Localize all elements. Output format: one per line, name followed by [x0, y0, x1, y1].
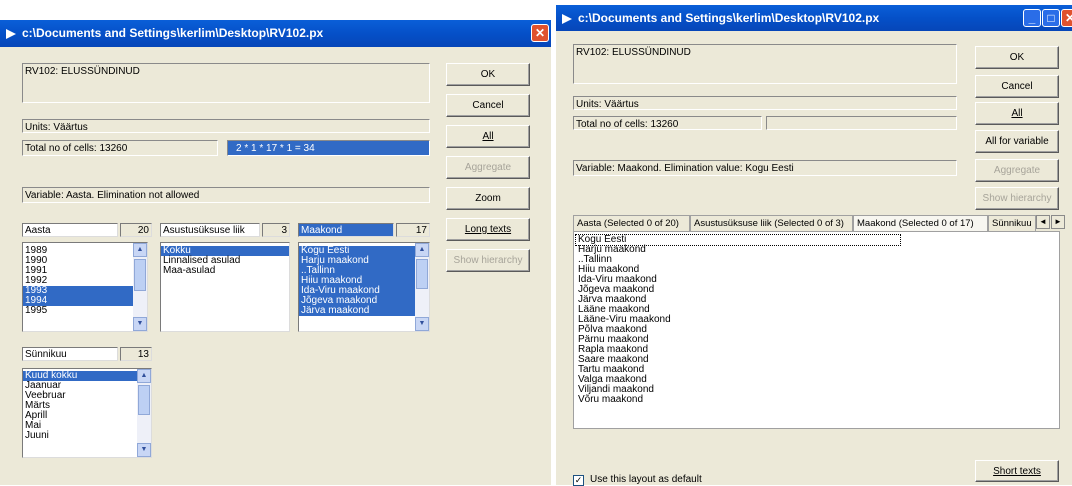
tab-asustus[interactable]: Asustusüksuse liik (Selected 0 of 3): [690, 215, 853, 231]
app-arrow-icon: [6, 29, 16, 39]
minimize-icon[interactable]: _: [1023, 9, 1041, 27]
aggregate-button[interactable]: Aggregate: [446, 156, 530, 179]
scroll-thumb[interactable]: [138, 385, 150, 415]
right-dialog: c:\Documents and Settings\kerlim\Desktop…: [556, 5, 1072, 486]
total-cells-field: Total no of cells: 13260: [22, 140, 218, 156]
default-layout-checkbox[interactable]: ✓: [573, 475, 584, 486]
scroll-down-icon[interactable]: ▼: [133, 317, 147, 331]
maakond-name: Maakond: [298, 223, 394, 237]
synnikuu-scrollbar[interactable]: ▲ ▼: [137, 369, 151, 457]
table-name-field: RV102: ELUSSÜNDINUD: [573, 44, 957, 84]
list-item[interactable]: Aprill: [23, 411, 151, 421]
ok-button[interactable]: OK: [975, 46, 1059, 69]
maximize-icon[interactable]: □: [1042, 9, 1060, 27]
synnikuu-header[interactable]: Sünnikuu 13: [22, 347, 152, 361]
asustus-name: Asustusüksuse liik: [160, 223, 260, 237]
units-field: Units: Väärtus: [573, 96, 957, 110]
left-titlebar[interactable]: c:\Documents and Settings\kerlim\Desktop…: [0, 20, 551, 47]
list-item[interactable]: Juuni: [23, 431, 151, 441]
synnikuu-name: Sünnikuu: [22, 347, 118, 361]
aggregate-button[interactable]: Aggregate: [975, 159, 1059, 182]
right-window-title: c:\Documents and Settings\kerlim\Desktop…: [578, 11, 880, 25]
ok-button[interactable]: OK: [446, 63, 530, 86]
scroll-down-icon[interactable]: ▼: [137, 443, 151, 457]
zoom-button[interactable]: Zoom: [446, 187, 530, 210]
tab-aasta[interactable]: Aasta (Selected 0 of 20): [573, 215, 690, 231]
left-window-title: c:\Documents and Settings\kerlim\Desktop…: [22, 26, 324, 40]
list-item[interactable]: Harju maakond: [576, 245, 1059, 255]
scroll-down-icon[interactable]: ▼: [415, 317, 429, 331]
aasta-header[interactable]: Aasta 20: [22, 223, 152, 237]
variable-info-field: Variable: Maakond. Elimination value: Ko…: [573, 160, 957, 176]
synnikuu-listbox[interactable]: Kuud kokku Jaanuar Veebruar Märts Aprill Mai J…: [22, 368, 152, 458]
scroll-thumb[interactable]: [134, 259, 146, 291]
show-hierarchy-button[interactable]: Show hierarchy: [446, 249, 530, 272]
all-button[interactable]: All: [446, 125, 530, 148]
synnikuu-count: 13: [120, 347, 152, 361]
cancel-button[interactable]: Cancel: [975, 75, 1059, 98]
tab-synnikuu[interactable]: Sünnikuu: [988, 215, 1036, 231]
aasta-scrollbar[interactable]: ▲ ▼: [133, 243, 147, 331]
list-item[interactable]: Maa-asulad: [161, 266, 289, 276]
asustus-listbox[interactable]: Kokku Linnalised asulad Maa-asulad: [160, 242, 290, 332]
table-name-field: RV102: ELUSSÜNDINUD: [22, 63, 430, 103]
list-item[interactable]: Pärnu maakond: [576, 335, 1059, 345]
variable-tabs: Aasta (Selected 0 of 20) Asustusüksuse l…: [573, 215, 1065, 231]
all-button[interactable]: All: [975, 102, 1059, 125]
app-arrow-icon: [562, 14, 572, 24]
aasta-name: Aasta: [22, 223, 118, 237]
variable-info-field: Variable: Aasta. Elimination not allowed: [22, 187, 430, 203]
default-layout-label: Use this layout as default: [590, 474, 702, 485]
left-dialog: c:\Documents and Settings\kerlim\Desktop…: [0, 20, 551, 485]
list-item[interactable]: 1995: [23, 306, 147, 316]
maakond-list[interactable]: Kogu Eesti Harju maakond ..Tallinn Hiiu maa…: [573, 231, 1060, 429]
list-item[interactable]: ..Tallinn: [576, 255, 1059, 265]
asustus-header[interactable]: Asustusüksuse liik 3: [160, 223, 290, 237]
list-item[interactable]: Saare maakond: [576, 355, 1059, 365]
all-for-variable-button[interactable]: All for variable: [975, 130, 1059, 153]
list-item[interactable]: Järva maakond: [299, 306, 429, 316]
aasta-count: 20: [120, 223, 152, 237]
scroll-thumb[interactable]: [416, 259, 428, 289]
asustus-count: 3: [262, 223, 290, 237]
close-icon[interactable]: ✕: [531, 24, 549, 42]
maakond-scrollbar[interactable]: ▲ ▼: [415, 243, 429, 331]
list-item[interactable]: Tartu maakond: [576, 365, 1059, 375]
cell-formula-field: [766, 116, 957, 130]
tab-scroll-right-icon[interactable]: ►: [1051, 215, 1065, 229]
tab-scroll-left-icon[interactable]: ◄: [1036, 215, 1050, 229]
close-icon[interactable]: ✕: [1061, 9, 1072, 27]
cell-formula-field: 2 * 1 * 17 * 1 = 34: [227, 140, 430, 156]
maakond-count: 17: [396, 223, 430, 237]
list-item[interactable]: Viljandi maakond: [576, 385, 1059, 395]
tab-maakond[interactable]: Maakond (Selected 0 of 17): [853, 215, 988, 231]
aasta-listbox[interactable]: 1989 1990 1991 1992 1993 1994 1995 ▲ ▼: [22, 242, 148, 332]
short-texts-button[interactable]: Short texts: [975, 460, 1059, 482]
cancel-button[interactable]: Cancel: [446, 94, 530, 117]
list-item[interactable]: Lääne-Viru maakond: [576, 315, 1059, 325]
scroll-up-icon[interactable]: ▲: [133, 243, 147, 257]
list-item[interactable]: Võru maakond: [576, 395, 1059, 405]
total-cells-field: Total no of cells: 13260: [573, 116, 762, 130]
list-item[interactable]: Jõgeva maakond: [576, 285, 1059, 295]
units-field: Units: Väärtus: [22, 119, 430, 133]
right-titlebar[interactable]: c:\Documents and Settings\kerlim\Desktop…: [556, 5, 1072, 31]
maakond-header[interactable]: Maakond 17: [298, 223, 430, 237]
show-hierarchy-button[interactable]: Show hierarchy: [975, 187, 1059, 210]
scroll-up-icon[interactable]: ▲: [415, 243, 429, 257]
long-texts-button[interactable]: Long texts: [446, 218, 530, 241]
scroll-up-icon[interactable]: ▲: [137, 369, 151, 383]
maakond-listbox[interactable]: Kogu Eesti Harju maakond ..Tallinn Hiiu maa…: [298, 242, 430, 332]
